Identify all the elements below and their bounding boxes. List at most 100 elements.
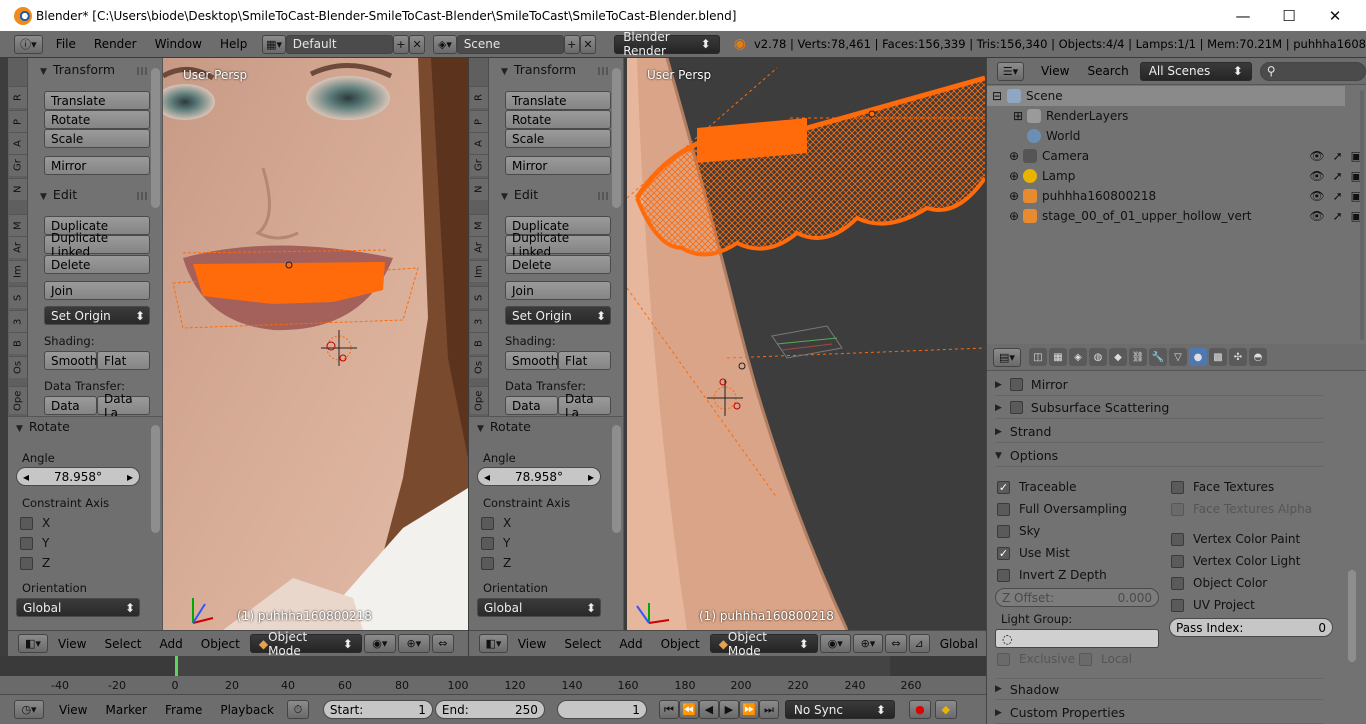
sync-mode-dropdown[interactable]: No Sync ⬍ — [784, 700, 895, 719]
outliner-item-lamp[interactable]: ⊕ Lamp — [987, 166, 1345, 186]
cursor-icon[interactable]: ➚ — [1333, 189, 1343, 203]
use-mist-checkbox[interactable]: ✓ Use Mist — [997, 546, 1070, 560]
face-textures-alpha-checkbox[interactable]: Face Textures Alpha — [1171, 502, 1312, 516]
menu-object[interactable]: Object — [653, 637, 708, 651]
light-group-field[interactable]: ◌ — [995, 629, 1159, 648]
rotate-button[interactable]: Rotate — [44, 110, 150, 129]
angle-field[interactable]: ◂ 78.958° ▸ — [16, 467, 140, 486]
jump-start-icon[interactable]: ⏮ — [658, 700, 679, 719]
remove-scene-icon[interactable]: ✕ — [579, 34, 597, 54]
outliner-item-mesh-2[interactable]: ⊕ stage_00_of_01_upper_hollow_vert — [987, 206, 1345, 226]
outliner-item-renderlayers[interactable]: ⊞ RenderLayers — [987, 106, 1345, 126]
viewport-left[interactable]: User Persp (1) puhhha160800218 — [163, 58, 468, 630]
tab-os[interactable]: Os — [9, 356, 27, 378]
smooth-button[interactable]: Smooth — [505, 351, 558, 370]
expand-icon[interactable]: ⊕ — [1009, 209, 1023, 223]
tab-physics[interactable]: P — [9, 110, 27, 132]
rotate-button[interactable]: Rotate — [505, 110, 611, 129]
sky-checkbox[interactable]: Sky — [997, 524, 1040, 538]
texture-tab-icon[interactable]: ▩ — [1209, 348, 1227, 366]
mesh1-restrict-icons[interactable]: 👁 ➚ ▣ — [1309, 189, 1362, 203]
tab-ope[interactable]: Ope — [9, 386, 27, 414]
local-checkbox[interactable]: Local — [1079, 652, 1132, 666]
transform-orientation-label[interactable]: Global — [932, 637, 986, 651]
editor-type-timeline-icon[interactable]: ◷▾ — [14, 700, 44, 719]
constraint-z-checkbox[interactable]: Z — [481, 556, 511, 570]
constraint-x-checkbox[interactable]: X — [481, 516, 511, 530]
modifiers-tab-icon[interactable]: 🔧 — [1149, 348, 1167, 366]
editor-type-3dview-icon[interactable]: ◧▾ — [479, 634, 508, 653]
outliner-search-input[interactable]: ⚲ — [1259, 61, 1366, 81]
render-tab-icon[interactable]: ◫ — [1029, 348, 1047, 366]
shadow-section[interactable]: ▶ Shadow — [995, 678, 1323, 700]
tab-s[interactable]: S — [470, 286, 488, 308]
join-button[interactable]: Join — [44, 281, 150, 300]
add-layout-icon[interactable]: + — [392, 34, 409, 54]
display-mode-dropdown[interactable]: All Scenes ⬍ — [1139, 61, 1252, 81]
timeline-area[interactable]: -40 -20 0 20 40 60 80 100 120 140 160 18… — [0, 656, 986, 694]
tab-os[interactable]: Os — [470, 356, 488, 378]
panel-grip-icon[interactable] — [137, 192, 149, 200]
custom-properties-section[interactable]: ▶ Custom Properties — [995, 702, 1323, 724]
end-frame-field[interactable]: End: 250 — [434, 700, 545, 719]
tab-ope[interactable]: Ope — [470, 386, 488, 414]
translate-button[interactable]: Translate — [44, 91, 150, 110]
keying-set-icon[interactable]: ◆ — [934, 700, 957, 719]
mirror-section[interactable]: ▶ Mirror — [995, 374, 1323, 396]
tab-b[interactable]: B — [470, 332, 488, 354]
timeline-ruler[interactable]: -40 -20 0 20 40 60 80 100 120 140 160 18… — [0, 676, 986, 694]
menu-file[interactable]: File — [47, 37, 85, 51]
menu-view[interactable]: View — [510, 637, 554, 651]
eye-icon[interactable]: 👁 — [1309, 209, 1324, 223]
outliner-scrollbar[interactable] — [1360, 90, 1364, 340]
remove-layout-icon[interactable]: ✕ — [408, 34, 426, 54]
eye-icon[interactable]: 👁 — [1309, 189, 1324, 203]
particles-tab-icon[interactable]: ✣ — [1229, 348, 1247, 366]
expand-icon[interactable]: ⊞ — [1013, 109, 1027, 123]
constraint-z-checkbox[interactable]: Z — [20, 556, 50, 570]
exclusive-checkbox[interactable]: Exclusive — [997, 652, 1075, 666]
add-scene-icon[interactable]: + — [563, 34, 580, 54]
mirror-button[interactable]: Mirror — [505, 156, 611, 175]
tab-physics[interactable]: P — [470, 110, 488, 132]
delete-button[interactable]: Delete — [505, 255, 611, 274]
rotate-operator-header[interactable]: Rotate — [477, 419, 531, 434]
set-origin-dropdown[interactable]: Set Origin ⬍ — [44, 306, 150, 325]
menu-add[interactable]: Add — [152, 637, 191, 651]
checkbox-box[interactable] — [1009, 401, 1023, 414]
outliner-item-mesh-1[interactable]: ⊕ puhhha160800218 — [987, 186, 1345, 206]
tab-ar[interactable]: Ar — [9, 236, 27, 258]
tab-s[interactable]: S — [9, 286, 27, 308]
tool-shelf-scrollbar[interactable] — [151, 68, 160, 208]
data-tab-icon[interactable]: ▽ — [1169, 348, 1187, 366]
full-oversampling-checkbox[interactable]: Full Oversampling — [997, 502, 1127, 516]
tab-animation[interactable]: A — [470, 132, 488, 154]
outliner-item-scene[interactable]: ⊟ Scene — [987, 86, 1345, 106]
edit-panel-header[interactable]: Edit — [40, 187, 77, 202]
outliner-item-camera[interactable]: ⊕ Camera — [987, 146, 1345, 166]
object-tab-icon[interactable]: ◆ — [1109, 348, 1127, 366]
tab-3[interactable]: 3 — [9, 310, 27, 332]
tool-shelf-scrollbar[interactable] — [612, 68, 621, 208]
play-reverse-icon[interactable]: ◀ — [698, 700, 719, 719]
data-button[interactable]: Data — [505, 396, 558, 415]
tab-ar[interactable]: Ar — [470, 236, 488, 258]
face-textures-checkbox[interactable]: Face Textures — [1171, 480, 1274, 494]
menu-view[interactable]: View — [50, 637, 94, 651]
cursor-icon[interactable]: ➚ — [1333, 169, 1343, 183]
constraint-y-checkbox[interactable]: Y — [20, 536, 49, 550]
tab-grease[interactable]: Gr — [470, 154, 488, 176]
world-tab-icon[interactable]: ◍ — [1089, 348, 1107, 366]
screen-layout-field[interactable]: Default — [285, 34, 393, 54]
scene-tab-icon[interactable]: ◈ — [1069, 348, 1087, 366]
current-frame-field[interactable]: 1 — [556, 700, 647, 719]
mirror-button[interactable]: Mirror — [44, 156, 150, 175]
tab-relations[interactable]: R — [9, 86, 27, 108]
panel-grip-icon[interactable] — [598, 67, 610, 75]
join-button[interactable]: Join — [505, 281, 611, 300]
pivot-point-icon[interactable]: ⊕▾ — [852, 634, 884, 653]
uv-project-checkbox[interactable]: UV Project — [1171, 598, 1255, 612]
scale-button[interactable]: Scale — [505, 129, 611, 148]
invert-z-checkbox[interactable]: Invert Z Depth — [997, 568, 1107, 582]
editor-type-3dview-icon[interactable]: ◧▾ — [18, 634, 48, 653]
